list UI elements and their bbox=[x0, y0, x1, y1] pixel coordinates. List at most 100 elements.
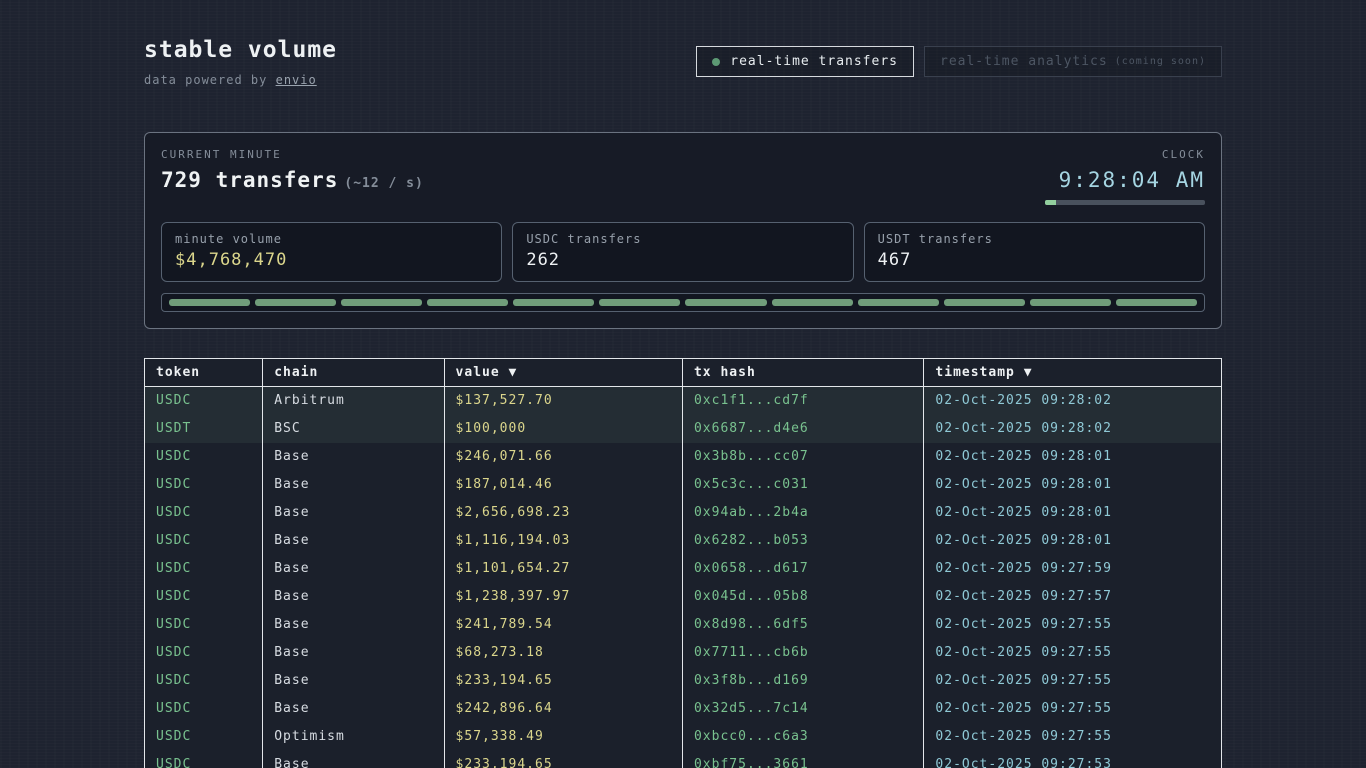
volume-segment bbox=[772, 299, 853, 306]
volume-segment bbox=[427, 299, 508, 306]
cell-token: USDT bbox=[145, 415, 263, 443]
cell-tx-hash[interactable]: 0x7711...cb6b bbox=[682, 639, 923, 667]
cell-token: USDC bbox=[145, 499, 263, 527]
table-header-row: tokenchainvalue ▼tx hashtimestamp ▼ bbox=[145, 359, 1222, 387]
cell-chain: Base bbox=[263, 751, 444, 768]
stat-box-minute-volume: minute volume $4,768,470 bbox=[161, 222, 502, 282]
volume-segment bbox=[255, 299, 336, 306]
cell-chain: Base bbox=[263, 639, 444, 667]
cell-timestamp: 02-Oct-2025 09:27:53 bbox=[924, 751, 1222, 768]
cell-value: $2,656,698.23 bbox=[444, 499, 682, 527]
cell-token: USDC bbox=[145, 387, 263, 415]
cell-tx-hash[interactable]: 0x6687...d4e6 bbox=[682, 415, 923, 443]
volume-segment bbox=[1030, 299, 1111, 306]
cell-timestamp: 02-Oct-2025 09:28:02 bbox=[924, 415, 1222, 443]
cell-chain: Base bbox=[263, 443, 444, 471]
clock-label: CLOCK bbox=[1045, 148, 1205, 161]
cell-tx-hash[interactable]: 0x0658...d617 bbox=[682, 555, 923, 583]
cell-chain: Optimism bbox=[263, 723, 444, 751]
cell-chain: Arbitrum bbox=[263, 387, 444, 415]
stat-box-value: 467 bbox=[878, 250, 1191, 270]
stat-box-label: USDT transfers bbox=[878, 232, 1191, 246]
clock-block: CLOCK 9:28:04 AM bbox=[1045, 148, 1205, 205]
cell-chain: Base bbox=[263, 527, 444, 555]
cell-tx-hash[interactable]: 0xbf75...3661 bbox=[682, 751, 923, 768]
cell-chain: Base bbox=[263, 611, 444, 639]
transfers-count: 729 transfers(~12 / s) bbox=[161, 168, 424, 192]
cell-token: USDC bbox=[145, 639, 263, 667]
cell-timestamp: 02-Oct-2025 09:28:01 bbox=[924, 499, 1222, 527]
cell-timestamp: 02-Oct-2025 09:28:01 bbox=[924, 471, 1222, 499]
volume-segment-bar bbox=[161, 293, 1205, 312]
transfers-rate: (~12 / s) bbox=[344, 176, 423, 191]
transfer-row: USDCBase$68,273.180x7711...cb6b02-Oct-20… bbox=[145, 639, 1222, 667]
cell-token: USDC bbox=[145, 443, 263, 471]
cell-token: USDC bbox=[145, 611, 263, 639]
live-dot-icon bbox=[712, 58, 720, 66]
tab-realtime-analytics[interactable]: real-time analytics (coming soon) bbox=[924, 46, 1222, 77]
cell-value: $233,194.65 bbox=[444, 667, 682, 695]
cell-value: $57,338.49 bbox=[444, 723, 682, 751]
page: stable volume data powered by envio real… bbox=[0, 0, 1366, 768]
cell-tx-hash[interactable]: 0x94ab...2b4a bbox=[682, 499, 923, 527]
column-header-timestamp[interactable]: timestamp ▼ bbox=[924, 359, 1222, 387]
cell-tx-hash[interactable]: 0x6282...b053 bbox=[682, 527, 923, 555]
cell-tx-hash[interactable]: 0x8d98...6df5 bbox=[682, 611, 923, 639]
cell-token: USDC bbox=[145, 695, 263, 723]
cell-token: USDC bbox=[145, 555, 263, 583]
stat-box-value: $4,768,470 bbox=[175, 250, 488, 270]
cell-tx-hash[interactable]: 0x045d...05b8 bbox=[682, 583, 923, 611]
cell-chain: Base bbox=[263, 583, 444, 611]
transfer-row: USDCBase$242,896.640x32d5...7c1402-Oct-2… bbox=[145, 695, 1222, 723]
brand-block: stable volume data powered by envio bbox=[144, 37, 337, 87]
stat-box-label: USDC transfers bbox=[526, 232, 839, 246]
stat-boxes: minute volume $4,768,470 USDC transfers 262… bbox=[161, 222, 1205, 282]
stat-box-label: minute volume bbox=[175, 232, 488, 246]
tab-transfers-label: real-time transfers bbox=[730, 54, 898, 69]
cell-token: USDC bbox=[145, 583, 263, 611]
current-minute-label: CURRENT MINUTE bbox=[161, 148, 424, 161]
column-header-value[interactable]: value ▼ bbox=[444, 359, 682, 387]
cell-chain: Base bbox=[263, 667, 444, 695]
cell-timestamp: 02-Oct-2025 09:28:02 bbox=[924, 387, 1222, 415]
cell-timestamp: 02-Oct-2025 09:27:59 bbox=[924, 555, 1222, 583]
cell-value: $137,527.70 bbox=[444, 387, 682, 415]
cell-value: $68,273.18 bbox=[444, 639, 682, 667]
cell-token: USDC bbox=[145, 527, 263, 555]
subtitle: data powered by envio bbox=[144, 73, 337, 87]
cell-tx-hash[interactable]: 0xbcc0...c6a3 bbox=[682, 723, 923, 751]
cell-token: USDC bbox=[145, 723, 263, 751]
cell-chain: Base bbox=[263, 499, 444, 527]
cell-value: $233,194.65 bbox=[444, 751, 682, 768]
cell-timestamp: 02-Oct-2025 09:28:01 bbox=[924, 527, 1222, 555]
cell-value: $100,000 bbox=[444, 415, 682, 443]
current-minute-panel: CURRENT MINUTE 729 transfers(~12 / s) CL… bbox=[144, 132, 1222, 329]
tab-analytics-label: real-time analytics bbox=[940, 54, 1108, 69]
subtitle-text: data powered by bbox=[144, 73, 276, 87]
transfer-row: USDCOptimism$57,338.490xbcc0...c6a302-Oc… bbox=[145, 723, 1222, 751]
cell-token: USDC bbox=[145, 471, 263, 499]
cell-timestamp: 02-Oct-2025 09:27:55 bbox=[924, 611, 1222, 639]
minute-progress-bar bbox=[1045, 200, 1205, 205]
panel-top-row: CURRENT MINUTE 729 transfers(~12 / s) CL… bbox=[161, 148, 1205, 205]
cell-value: $1,238,397.97 bbox=[444, 583, 682, 611]
cell-tx-hash[interactable]: 0x32d5...7c14 bbox=[682, 695, 923, 723]
cell-tx-hash[interactable]: 0xc1f1...cd7f bbox=[682, 387, 923, 415]
transfer-count-block: CURRENT MINUTE 729 transfers(~12 / s) bbox=[161, 148, 424, 192]
cell-tx-hash[interactable]: 0x3f8b...d169 bbox=[682, 667, 923, 695]
volume-segment bbox=[944, 299, 1025, 306]
cell-value: $242,896.64 bbox=[444, 695, 682, 723]
stat-box-usdc-transfers: USDC transfers 262 bbox=[512, 222, 853, 282]
cell-tx-hash[interactable]: 0x3b8b...cc07 bbox=[682, 443, 923, 471]
stat-box-value: 262 bbox=[526, 250, 839, 270]
cell-tx-hash[interactable]: 0x5c3c...c031 bbox=[682, 471, 923, 499]
envio-link[interactable]: envio bbox=[276, 73, 317, 87]
volume-segment bbox=[513, 299, 594, 306]
transfer-row: USDCBase$241,789.540x8d98...6df502-Oct-2… bbox=[145, 611, 1222, 639]
transfer-row: USDCArbitrum$137,527.700xc1f1...cd7f02-O… bbox=[145, 387, 1222, 415]
transfer-row: USDCBase$1,101,654.270x0658...d61702-Oct… bbox=[145, 555, 1222, 583]
cell-timestamp: 02-Oct-2025 09:27:55 bbox=[924, 695, 1222, 723]
tab-realtime-transfers[interactable]: real-time transfers bbox=[696, 46, 914, 77]
cell-chain: Base bbox=[263, 695, 444, 723]
column-header-chain: chain bbox=[263, 359, 444, 387]
